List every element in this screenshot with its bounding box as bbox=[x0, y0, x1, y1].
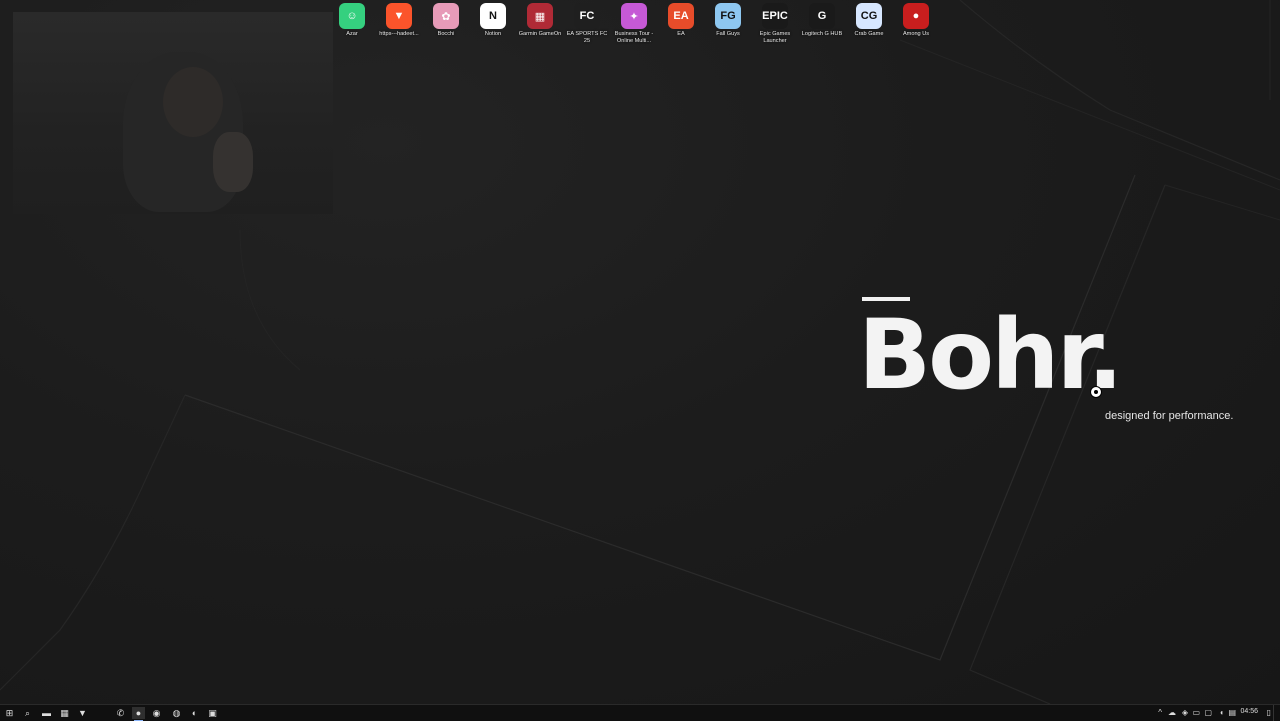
desktop-icon-ea[interactable]: EA EA bbox=[658, 3, 704, 38]
desktop-icon-garmin-gameon[interactable]: ▦ Garmin GameOn bbox=[517, 3, 563, 38]
desktop-icon-label: EA bbox=[677, 31, 685, 37]
folder-icon: ▬ bbox=[42, 708, 51, 718]
battery-icon[interactable]: ▭ bbox=[1192, 708, 1200, 717]
recorder-icon: ◉ bbox=[152, 707, 161, 718]
mouse-cursor-icon bbox=[1090, 386, 1102, 398]
taskbar-start-button[interactable]: ⊞ bbox=[3, 707, 16, 719]
brand-tagline: designed for performance. bbox=[1105, 410, 1234, 422]
webcam-face bbox=[163, 67, 223, 137]
desktop-icon-label: Among Us bbox=[902, 31, 930, 37]
desktop[interactable]: ☺ Azar ▼ https---hadeet... ✿ Bocchi N Notion ▦ Ga… bbox=[0, 0, 1280, 704]
ea-fc25-icon: FC bbox=[574, 3, 600, 29]
desktop-icon-ea-sports-fc25[interactable]: FC EA SPORTS FC 25 bbox=[564, 3, 610, 44]
taskbar-steam-button[interactable]: ◍ bbox=[170, 707, 183, 719]
desktop-icon-crab-game[interactable]: CG Crab Game bbox=[846, 3, 892, 38]
epic-games-icon: EPIC bbox=[762, 3, 788, 29]
azar-icon: ☺ bbox=[339, 3, 365, 29]
taskbar-search-button[interactable]: ⌕ bbox=[21, 707, 34, 719]
monitor-icon[interactable]: ▢ bbox=[1204, 708, 1212, 717]
windows-start-icon: ⊞ bbox=[5, 707, 14, 718]
desktop-icon-epic-games[interactable]: EPIC Epic Games Launcher bbox=[752, 3, 798, 44]
desktop-icon-brave-link[interactable]: ▼ https---hadeet... bbox=[376, 3, 422, 38]
desktop-icon-label: Logitech G HUB bbox=[801, 31, 843, 37]
taskbar-file-explorer-button[interactable]: ▬ bbox=[40, 707, 53, 719]
desktop-icon-among-us[interactable]: ● Among Us bbox=[893, 3, 939, 38]
desktop-icon-label: Business Tour - Online Multi... bbox=[614, 31, 654, 44]
brave-lion-icon: ▼ bbox=[78, 708, 87, 718]
desktop-icon-business-tour[interactable]: ✦ Business Tour - Online Multi... bbox=[611, 3, 657, 44]
desktop-icon-logitech-g-hub[interactable]: G Logitech G HUB bbox=[799, 3, 845, 38]
desktop-icon-label: Fall Guys bbox=[716, 31, 740, 37]
keyboard-icon[interactable]: ▤ bbox=[1228, 708, 1236, 717]
garmin-gameon-icon: ▦ bbox=[527, 3, 553, 29]
whatsapp-icon: ✆ bbox=[116, 707, 125, 718]
red-app-icon: ▣ bbox=[208, 707, 217, 718]
volume-icon[interactable]: ◖ bbox=[1219, 708, 1224, 717]
taskbar-calculator-button[interactable]: ▦ bbox=[58, 707, 71, 719]
desktop-icon-label: Crab Game bbox=[854, 31, 884, 37]
crab-game-icon: CG bbox=[856, 3, 882, 29]
desktop-icon-notion[interactable]: N Notion bbox=[470, 3, 516, 38]
desktop-icon-label: EA SPORTS FC 25 bbox=[566, 31, 608, 44]
discord-icon: ◐ bbox=[191, 708, 198, 718]
desktop-icon-label: Azar bbox=[346, 31, 358, 37]
desktop-icon-label: Bocchi bbox=[437, 31, 455, 37]
taskbar-whatsapp-button[interactable]: ✆ bbox=[114, 707, 127, 719]
webcam-hand bbox=[213, 132, 253, 192]
business-tour-icon: ✦ bbox=[621, 3, 647, 29]
desktop-icon-label: Epic Games Launcher bbox=[759, 31, 791, 44]
logitech-g-icon: G bbox=[809, 3, 835, 29]
among-us-icon: ● bbox=[903, 3, 929, 29]
taskbar: ⊞ ⌕ ▬ ▦ ▼ ✆ ● ◉ ◍ ◐ ▣ ^ ☁ ◈ ▭ ▢ ◖ ▤ 04:56 ▯ bbox=[0, 704, 1280, 721]
spotify-icon: ● bbox=[135, 708, 142, 718]
steam-icon: ◍ bbox=[172, 707, 181, 718]
taskbar-brave-button[interactable]: ▼ bbox=[76, 707, 89, 719]
calculator-icon: ▦ bbox=[60, 707, 69, 718]
notion-icon: N bbox=[480, 3, 506, 29]
desktop-icon-bocchi[interactable]: ✿ Bocchi bbox=[423, 3, 469, 38]
ea-icon: EA bbox=[668, 3, 694, 29]
notifications-icon[interactable]: ▯ bbox=[1267, 708, 1271, 717]
taskbar-red-app-button[interactable]: ▣ bbox=[206, 707, 219, 719]
desktop-icon-label: Notion bbox=[484, 31, 502, 37]
onedrive-icon[interactable]: ☁ bbox=[1168, 708, 1176, 717]
brave-lion-icon: ▼ bbox=[386, 3, 412, 29]
taskbar-spotify-button[interactable]: ● bbox=[132, 707, 145, 721]
desktop-icon-fall-guys[interactable]: FG Fall Guys bbox=[705, 3, 751, 38]
chevron-up-icon[interactable]: ^ bbox=[1158, 708, 1162, 717]
show-desktop-button[interactable] bbox=[1273, 705, 1280, 721]
desktop-icon-label: Garmin GameOn bbox=[518, 31, 562, 37]
brand-wordmark: Bohr. bbox=[858, 299, 1124, 411]
anime-character-icon: ✿ bbox=[433, 3, 459, 29]
desktop-icon-azar[interactable]: ☺ Azar bbox=[329, 3, 375, 38]
webcam-overlay bbox=[13, 12, 333, 214]
desktop-icon-label: https---hadeet... bbox=[379, 31, 419, 37]
clock[interactable]: 04:56 bbox=[1240, 708, 1258, 715]
network-icon[interactable]: ◈ bbox=[1182, 708, 1188, 717]
taskbar-recorder-button[interactable]: ◉ bbox=[150, 707, 163, 719]
taskbar-discord-button[interactable]: ◐ bbox=[188, 707, 201, 719]
search-icon: ⌕ bbox=[24, 707, 31, 718]
fall-guys-icon: FG bbox=[715, 3, 741, 29]
